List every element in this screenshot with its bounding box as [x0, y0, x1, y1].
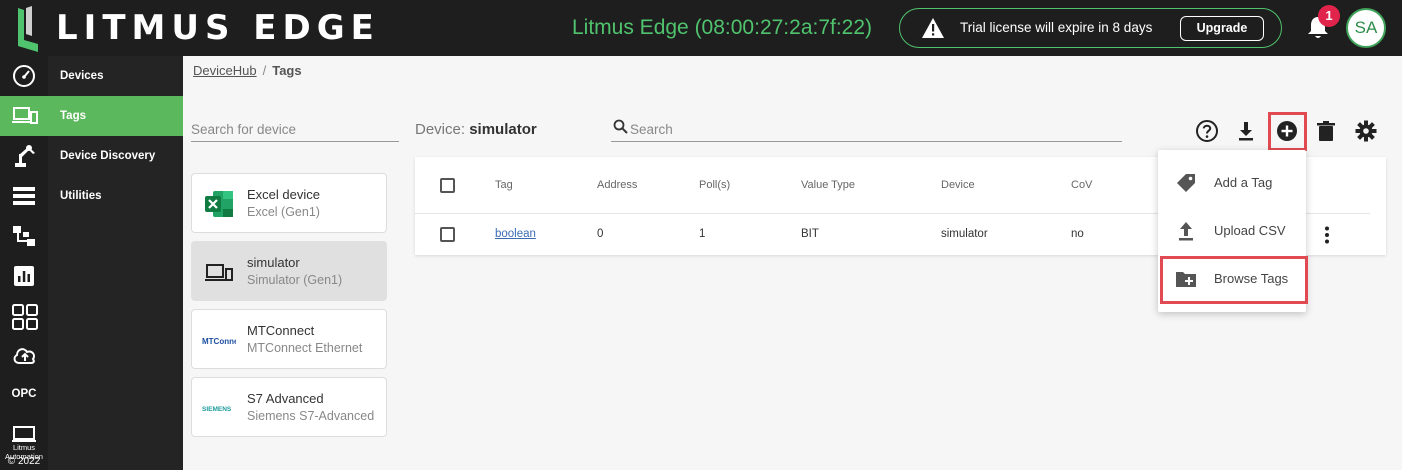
excel-icon: [205, 191, 233, 217]
column-header-cov[interactable]: CoV: [1071, 179, 1092, 191]
current-device-heading: Device: simulator: [415, 121, 537, 138]
top-bar: LITMUS EDGE Litmus Edge (08:00:27:2a:7f:…: [0, 0, 1402, 56]
upgrade-button[interactable]: Upgrade: [1180, 16, 1264, 41]
apps-grid-icon: [12, 304, 38, 330]
menu-item-add-a-tag[interactable]: Add a Tag: [1158, 162, 1306, 202]
cell-address: 0: [597, 228, 604, 240]
cell-cov: no: [1071, 228, 1084, 240]
nav-item-devices[interactable]: Devices: [48, 56, 183, 96]
breadcrumb: DeviceHub / Tags: [193, 63, 302, 78]
mtconnect-logo: MTConnect: [202, 337, 236, 346]
device-name: S7 Advanced: [247, 391, 324, 406]
cloud-upload-icon: [13, 348, 36, 364]
breadcrumb-separator: /: [262, 63, 267, 78]
tag-name-link[interactable]: boolean: [495, 228, 536, 240]
column-header-value-type[interactable]: Value Type: [801, 179, 855, 191]
devices-icon: [12, 107, 38, 124]
user-avatar[interactable]: SA: [1346, 8, 1386, 48]
svg-text:MTConnect: MTConnect: [202, 337, 236, 346]
device-id-label: Litmus Edge (08:00:27:2a:7f:22): [572, 16, 873, 39]
device-subtitle: Siemens S7-Advanced: [247, 409, 375, 423]
rail-list[interactable]: [0, 176, 48, 216]
rail-analytics[interactable]: [0, 256, 48, 296]
column-header-device[interactable]: Device: [941, 179, 975, 191]
device-name-heading: simulator: [469, 121, 537, 138]
device-subtitle: Excel (Gen1): [247, 205, 320, 219]
device-card-mtconnect[interactable]: MTConnect MTConnect MTConnect Ethernet: [191, 309, 387, 369]
rail-devices[interactable]: [0, 96, 48, 136]
warning-icon: [922, 18, 944, 38]
trial-license-banner: Trial license will expire in 8 days Upgr…: [899, 8, 1282, 48]
list-icon: [13, 187, 35, 205]
device-label: Device:: [415, 121, 466, 138]
row-more-options-icon[interactable]: [1324, 226, 1330, 244]
rail-opc[interactable]: OPC: [0, 388, 48, 400]
section-nav: Devices Tags Device Discovery Utilities: [48, 56, 183, 470]
simulator-icon: [205, 264, 233, 281]
browse-tags-highlight: [1160, 256, 1308, 304]
copyright-text: © 2022: [7, 456, 41, 467]
rail-apps[interactable]: [0, 296, 48, 336]
rail-robot[interactable]: [0, 136, 48, 176]
column-header-tag[interactable]: Tag: [495, 179, 513, 191]
svg-text:SIEMENS: SIEMENS: [202, 406, 232, 413]
rail-flows[interactable]: [0, 216, 48, 256]
cell-value-type: BIT: [801, 228, 819, 240]
upload-icon: [1179, 222, 1193, 241]
tag-icon: [1177, 174, 1195, 192]
select-all-checkbox[interactable]: [440, 178, 455, 193]
notification-count-badge: 1: [1318, 5, 1340, 27]
device-subtitle: Simulator (Gen1): [247, 273, 343, 287]
cell-device: simulator: [941, 228, 988, 240]
menu-item-label: Add a Tag: [1214, 175, 1273, 190]
dashboard-icon: [13, 65, 35, 87]
logo-text: LITMUS EDGE: [56, 8, 380, 48]
icon-rail: OPC Litmus Automation © 2022: [0, 56, 48, 470]
row-checkbox[interactable]: [440, 227, 455, 242]
settings-icon[interactable]: [1354, 119, 1378, 143]
device-card-excel[interactable]: Excel device Excel (Gen1): [191, 173, 387, 233]
device-card-s7-advanced[interactable]: SIEMENS S7 Advanced Siemens S7-Advanced: [191, 377, 387, 437]
nav-item-tags[interactable]: Tags: [48, 96, 183, 136]
siemens-logo: SIEMENS: [202, 406, 232, 413]
litmus-automation-icon: [12, 426, 36, 442]
device-name: Excel device: [247, 187, 320, 202]
device-subtitle: MTConnect Ethernet: [247, 341, 363, 355]
menu-item-label: Upload CSV: [1214, 223, 1286, 238]
nav-item-device-discovery[interactable]: Device Discovery: [48, 136, 183, 176]
device-name: MTConnect: [247, 323, 315, 338]
cell-poll: 1: [699, 228, 706, 240]
device-search-field: [191, 118, 399, 142]
litmus-logo-icon: [18, 6, 38, 52]
help-icon[interactable]: [1195, 119, 1219, 143]
delete-icon[interactable]: [1314, 119, 1338, 143]
trial-message: Trial license will expire in 8 days: [960, 20, 1153, 35]
rail-cloud[interactable]: [0, 336, 48, 376]
analytics-icon: [14, 266, 34, 286]
menu-item-upload-csv[interactable]: Upload CSV: [1158, 210, 1306, 250]
add-circle-icon[interactable]: [1275, 119, 1299, 143]
breadcrumb-devicehub-link[interactable]: DeviceHub: [193, 63, 257, 78]
device-search-input[interactable]: [191, 118, 399, 140]
tag-search-input[interactable]: [630, 118, 1110, 140]
breadcrumb-current: Tags: [272, 63, 302, 78]
rail-dashboard[interactable]: [0, 56, 48, 96]
column-header-address[interactable]: Address: [597, 179, 637, 191]
device-card-simulator[interactable]: simulator Simulator (Gen1): [191, 241, 387, 301]
column-header-poll[interactable]: Poll(s): [699, 179, 730, 191]
search-icon: [613, 119, 628, 134]
nav-item-utilities[interactable]: Utilities: [48, 176, 183, 216]
download-icon[interactable]: [1234, 119, 1258, 143]
device-name: simulator: [247, 255, 300, 270]
flows-icon: [13, 226, 35, 246]
tag-search-field: [611, 116, 1122, 142]
robot-arm-icon: [15, 145, 35, 167]
